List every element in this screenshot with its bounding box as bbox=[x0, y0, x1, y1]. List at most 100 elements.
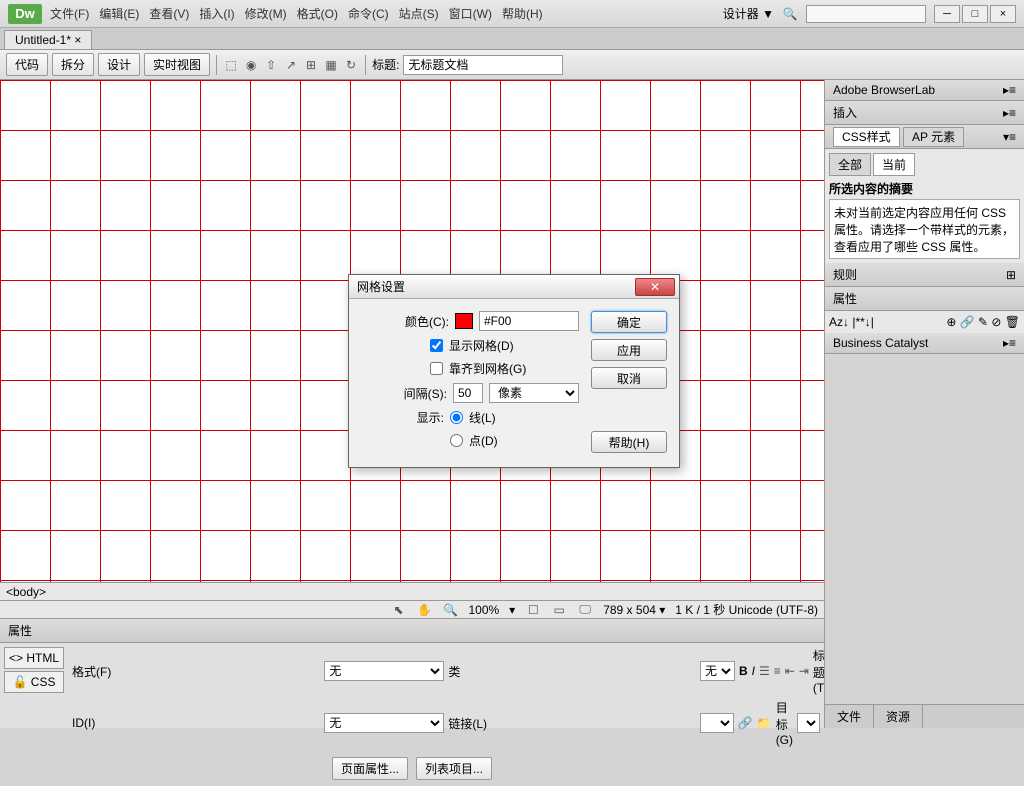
menu-edit[interactable]: 编辑(E) bbox=[99, 5, 139, 22]
maximize-button[interactable]: □ bbox=[962, 5, 988, 23]
tool-icon-5[interactable]: ⊞ bbox=[303, 57, 319, 73]
snap-grid-label: 靠齐到网格(G) bbox=[449, 360, 579, 377]
insert-panel-head[interactable]: 插入▸≡ bbox=[825, 101, 1024, 125]
list-ol-icon[interactable]: ≡ bbox=[774, 663, 781, 679]
zoom-value[interactable]: 100% bbox=[468, 603, 499, 617]
format-label: 格式(F) bbox=[72, 663, 320, 680]
pointer-icon[interactable]: ⬉ bbox=[390, 602, 406, 618]
device-icon[interactable]: ☐ bbox=[525, 602, 541, 618]
id-select[interactable]: 无 bbox=[324, 713, 444, 733]
files-tab[interactable]: 文件 bbox=[825, 705, 874, 728]
title-input[interactable] bbox=[403, 55, 563, 75]
menu-insert[interactable]: 插入(I) bbox=[199, 5, 234, 22]
properties-title[interactable]: 属性 bbox=[0, 619, 824, 643]
dots-radio[interactable] bbox=[450, 434, 463, 447]
side-panels: Adobe BrowserLab▸≡ 插入▸≡ CSS样式 AP 元素 ▾≡ 全… bbox=[824, 80, 1024, 728]
view-live-button[interactable]: 实时视图 bbox=[144, 53, 210, 76]
monitor-icon[interactable]: 🖵 bbox=[577, 602, 593, 618]
link-chain-icon[interactable]: 🔗 bbox=[738, 715, 753, 731]
titlebar: Dw 文件(F) 编辑(E) 查看(V) 插入(I) 修改(M) 格式(O) 命… bbox=[0, 0, 1024, 28]
class-select[interactable]: 无 bbox=[700, 661, 735, 681]
menu-file[interactable]: 文件(F) bbox=[50, 5, 89, 22]
css-panel-head[interactable]: CSS样式 AP 元素 ▾≡ bbox=[825, 125, 1024, 149]
apply-button[interactable]: 应用 bbox=[591, 339, 667, 361]
lines-radio[interactable] bbox=[450, 411, 463, 424]
designer-dropdown[interactable]: 设计器 ▼ bbox=[723, 5, 774, 22]
view-split-button[interactable]: 拆分 bbox=[52, 53, 94, 76]
search-icon: 🔍 bbox=[782, 6, 798, 22]
menu-site[interactable]: 站点(S) bbox=[399, 5, 439, 22]
doc-info: 1 K / 1 秒 Unicode (UTF-8) bbox=[675, 601, 818, 618]
view-design-button[interactable]: 设计 bbox=[98, 53, 140, 76]
tool-icon-3[interactable]: ⇧ bbox=[263, 57, 279, 73]
snap-grid-checkbox[interactable] bbox=[430, 362, 443, 375]
canvas-size[interactable]: 789 x 504 ▾ bbox=[603, 603, 665, 617]
properties-panel: 属性 <> HTML 🔓 CSS 格式(F) 无 类 无 B I ☰ ≡ bbox=[0, 618, 824, 728]
ok-button[interactable]: 确定 bbox=[591, 311, 667, 333]
css-mode-button[interactable]: 🔓 CSS bbox=[4, 671, 64, 693]
folder-icon[interactable]: 📁 bbox=[757, 715, 772, 731]
css-all-tab[interactable]: 全部 bbox=[829, 153, 871, 176]
css-current-tab[interactable]: 当前 bbox=[873, 153, 915, 176]
main-menu: 文件(F) 编辑(E) 查看(V) 插入(I) 修改(M) 格式(O) 命令(C… bbox=[50, 5, 543, 22]
indent-icon[interactable]: ⇥ bbox=[799, 663, 809, 679]
tool-icon-4[interactable]: ↗ bbox=[283, 57, 299, 73]
dialog-title: 网格设置 bbox=[357, 278, 405, 295]
italic-button[interactable]: I bbox=[752, 664, 755, 678]
spacing-unit-select[interactable]: 像素 bbox=[489, 383, 579, 403]
status-bar: ⬉ ✋ 🔍 100% ▾ ☐ ▭ 🖵 789 x 504 ▾ 1 K / 1 秒… bbox=[0, 600, 824, 618]
lines-label: 线(L) bbox=[469, 409, 579, 426]
link-select[interactable] bbox=[700, 713, 734, 733]
view-code-button[interactable]: 代码 bbox=[6, 53, 48, 76]
document-toolbar: 代码 拆分 设计 实时视图 ⬚ ◉ ⇧ ↗ ⊞ ▦ ↻ 标题: bbox=[0, 50, 1024, 80]
target-select[interactable] bbox=[797, 713, 820, 733]
target-label: 目标(G) bbox=[776, 699, 793, 747]
menu-window[interactable]: 窗口(W) bbox=[449, 5, 492, 22]
menu-modify[interactable]: 修改(M) bbox=[245, 5, 287, 22]
spacing-input[interactable] bbox=[453, 383, 483, 403]
tool-icon-2[interactable]: ◉ bbox=[243, 57, 259, 73]
dots-label: 点(D) bbox=[469, 432, 579, 449]
sort-buttons[interactable]: Az↓ |**↓| bbox=[829, 315, 874, 329]
menu-view[interactable]: 查看(V) bbox=[149, 5, 189, 22]
dialog-close-button[interactable]: ✕ bbox=[635, 278, 675, 296]
refresh-icon[interactable]: ↻ bbox=[343, 57, 359, 73]
menu-format[interactable]: 格式(O) bbox=[297, 5, 338, 22]
menu-commands[interactable]: 命令(C) bbox=[348, 5, 389, 22]
color-swatch[interactable] bbox=[455, 313, 473, 329]
outdent-icon[interactable]: ⇤ bbox=[785, 663, 795, 679]
color-label: 颜色(C): bbox=[405, 313, 449, 330]
css-tool-icons[interactable]: ⊕ 🔗 ✎ ⊘ 🗑 bbox=[946, 315, 1020, 329]
page-properties-button[interactable]: 页面属性... bbox=[332, 757, 408, 780]
zoom-icon[interactable]: 🔍 bbox=[442, 602, 458, 618]
document-tab[interactable]: Untitled-1* × bbox=[4, 30, 92, 49]
tool-icon-6[interactable]: ▦ bbox=[323, 57, 339, 73]
rules-section[interactable]: 规则⊞ bbox=[825, 263, 1024, 287]
assets-tab[interactable]: 资源 bbox=[874, 705, 923, 728]
screen-icon[interactable]: ▭ bbox=[551, 602, 567, 618]
css-styles-tab: CSS样式 bbox=[833, 127, 900, 147]
spacing-label: 间隔(S): bbox=[404, 385, 447, 402]
tool-icon-1[interactable]: ⬚ bbox=[223, 57, 239, 73]
show-grid-checkbox[interactable] bbox=[430, 339, 443, 352]
close-button[interactable]: × bbox=[990, 5, 1016, 23]
cancel-button[interactable]: 取消 bbox=[591, 367, 667, 389]
hand-icon[interactable]: ✋ bbox=[416, 602, 432, 618]
document-tabbar: Untitled-1* × bbox=[0, 28, 1024, 50]
help-button[interactable]: 帮助(H) bbox=[591, 431, 667, 453]
menu-help[interactable]: 帮助(H) bbox=[502, 5, 543, 22]
list-items-button[interactable]: 列表项目... bbox=[416, 757, 492, 780]
minimize-button[interactable]: ─ bbox=[934, 5, 960, 23]
css-properties-section[interactable]: 属性 bbox=[825, 287, 1024, 311]
business-catalyst-head[interactable]: Business Catalyst▸≡ bbox=[825, 333, 1024, 354]
browserlab-panel-head[interactable]: Adobe BrowserLab▸≡ bbox=[825, 80, 1024, 101]
summary-title: 所选内容的摘要 bbox=[829, 182, 913, 196]
bold-button[interactable]: B bbox=[739, 664, 748, 678]
list-ul-icon[interactable]: ☰ bbox=[759, 663, 770, 679]
link-label: 链接(L) bbox=[448, 715, 696, 732]
format-select[interactable]: 无 bbox=[324, 661, 444, 681]
html-mode-button[interactable]: <> HTML bbox=[4, 647, 64, 669]
search-input[interactable] bbox=[806, 5, 926, 23]
color-input[interactable] bbox=[479, 311, 579, 331]
tag-selector[interactable]: <body> bbox=[6, 585, 46, 599]
